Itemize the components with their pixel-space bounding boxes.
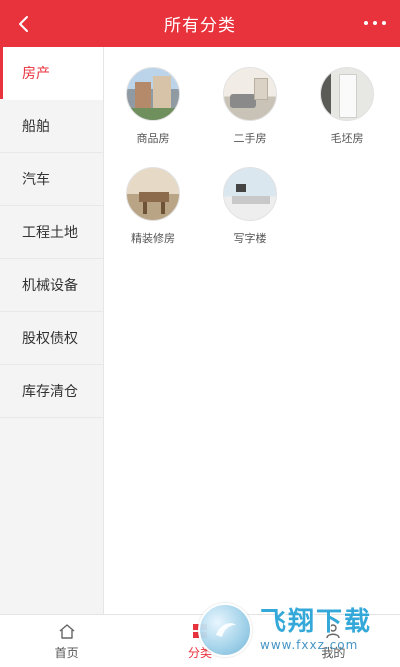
sidebar-item-ships[interactable]: 船舶: [0, 100, 103, 153]
sidebar-item-real-estate[interactable]: 房产: [0, 47, 103, 100]
page-title: 所有分类: [164, 16, 236, 36]
subcategory-item[interactable]: 精装修房: [108, 167, 198, 246]
office-building-thumbnail: [223, 167, 277, 221]
subcategory-label: 商品房: [136, 132, 170, 145]
sidebar-item-inventory[interactable]: 库存清仓: [0, 365, 103, 418]
sidebar-item-label: 工程土地: [22, 225, 78, 241]
watermark-text: 飞翔下载 www.fxxz.com: [260, 609, 372, 651]
more-dots-icon: [373, 21, 377, 25]
chevron-left-icon: [19, 16, 28, 32]
sidebar-item-machinery[interactable]: 机械设备: [0, 259, 103, 312]
more-dots-icon: [382, 21, 386, 25]
sidebar-item-cars[interactable]: 汽车: [0, 153, 103, 206]
subcategory-grid: 商品房 二手房 毛坯房 精装修房 写字楼: [104, 47, 400, 614]
subcategory-label: 写字楼: [233, 232, 267, 245]
watermark-sub: www.fxxz.com: [260, 638, 359, 652]
watermark-logo-icon: [198, 603, 252, 657]
sidebar-item-land[interactable]: 工程土地: [0, 206, 103, 259]
category-sidebar: 房产 船舶 汽车 工程土地 机械设备 股权债权 库存清仓: [0, 47, 104, 614]
sidebar-item-label: 房产: [22, 66, 50, 82]
sidebar-item-label: 机械设备: [22, 278, 78, 294]
more-dots-icon: [364, 21, 368, 25]
header: 所有分类: [0, 0, 400, 47]
subcategory-item[interactable]: 商品房: [108, 67, 198, 146]
home-icon: [57, 622, 77, 640]
sidebar-item-label: 汽车: [22, 172, 50, 188]
back-button[interactable]: [10, 10, 38, 38]
commercial-housing-thumbnail: [126, 67, 180, 121]
decorated-housing-thumbnail: [126, 167, 180, 221]
subcategory-item[interactable]: 毛坯房: [302, 67, 392, 146]
unfinished-housing-thumbnail: [320, 67, 374, 121]
subcategory-item[interactable]: 写字楼: [205, 167, 295, 246]
tab-home[interactable]: 首页: [0, 615, 133, 667]
app-root: 所有分类 房产 船舶 汽车 工程土地 机械设备 股权债权 库存清仓 商品房 二手…: [0, 0, 400, 667]
category-content: 商品房 二手房 毛坯房 精装修房 写字楼: [104, 47, 400, 614]
subcategory-label: 毛坯房: [330, 132, 364, 145]
subcategory-label: 二手房: [233, 132, 267, 145]
tab-label: 首页: [54, 645, 79, 660]
subcategory-item[interactable]: 二手房: [205, 67, 295, 146]
watermark-main: 飞翔下载: [260, 607, 373, 637]
more-button[interactable]: [364, 15, 386, 31]
sidebar-item-equity[interactable]: 股权债权: [0, 312, 103, 365]
sidebar-item-label: 库存清仓: [22, 384, 78, 400]
sidebar-item-label: 船舶: [22, 119, 50, 135]
watermark: 飞翔下载 www.fxxz.com: [198, 598, 396, 662]
sidebar-item-label: 股权债权: [22, 331, 78, 347]
second-hand-housing-thumbnail: [223, 67, 277, 121]
subcategory-label: 精装修房: [131, 232, 175, 245]
